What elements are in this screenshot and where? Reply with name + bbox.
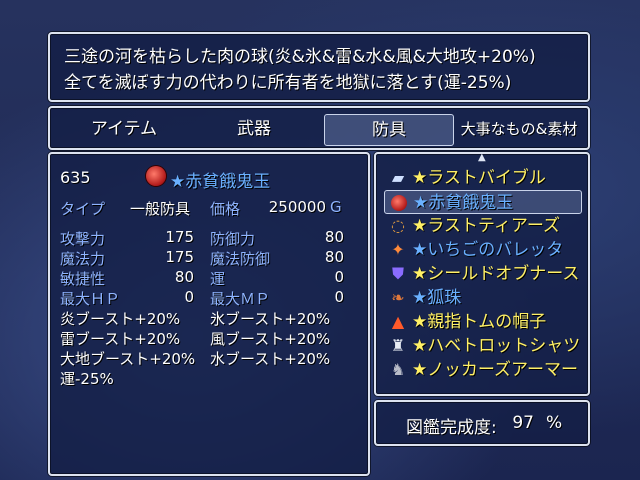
list-item[interactable]: ♞ ★ノッカーズアーマー	[384, 358, 582, 382]
help-line-1: 三途の河を枯らした肉の球(炎&氷&雷&水&風&大地攻+20%)	[64, 47, 536, 67]
item-status-window: 635 ★赤貧餓鬼玉 タイプ 一般防具 価格 250000 G 攻撃力 175 …	[48, 152, 370, 476]
currency-label: G	[330, 198, 342, 216]
item-count: 635	[60, 168, 91, 187]
stat-label: 敏捷性	[60, 270, 106, 288]
effect-text: 炎ブースト+20%	[60, 310, 181, 328]
stat-value: 0	[334, 268, 344, 286]
item-name: ★赤貧餓鬼玉	[170, 172, 271, 192]
stat-value: 0	[184, 288, 194, 306]
stat-value: 0	[334, 288, 344, 306]
stat-value: 80	[324, 228, 344, 246]
price-value: 250000	[268, 198, 326, 216]
stat-label: 魔法力	[60, 250, 106, 268]
completion-value: 97	[512, 413, 534, 433]
tab-items[interactable]: アイテム	[60, 114, 188, 144]
scroll-up-arrow-icon[interactable]: ▲	[478, 152, 486, 163]
price-label: 価格	[210, 200, 241, 218]
type-value: 一般防具	[130, 200, 191, 218]
red-orb-icon	[146, 166, 166, 186]
fox-bead-icon: ❧	[391, 288, 405, 307]
list-item[interactable]: ✦ ★いちごのバレッタ	[384, 238, 582, 262]
completion-unit: %	[546, 413, 563, 433]
list-item[interactable]: ▰ ★ラストバイブル	[384, 166, 582, 190]
tab-weapons[interactable]: 武器	[190, 114, 318, 144]
shield-icon: ⛊	[391, 264, 404, 283]
effect-text: 風ブースト+20%	[210, 330, 331, 348]
tab-armor[interactable]: 防具	[324, 114, 454, 146]
stat-label: 最大ＨＰ	[60, 290, 121, 308]
shirt-icon: ♜	[390, 336, 406, 355]
effect-text: 雷ブースト+20%	[60, 330, 181, 348]
stat-value: 80	[324, 248, 344, 266]
effect-text: 運-25%	[60, 370, 114, 388]
stat-label: 攻撃力	[60, 230, 106, 248]
item-list-window[interactable]: ▲ ▰ ★ラストバイブル ★赤貧餓鬼玉 ◌ ★ラストティアーズ ✦ ★いちごのバ…	[374, 152, 590, 396]
completion-window: 図鑑完成度: 97 %	[374, 400, 590, 446]
stat-label: 魔法防御	[210, 250, 271, 268]
help-window: 三途の河を枯らした肉の球(炎&氷&雷&水&風&大地攻+20%) 全てを滅ぼす力の…	[48, 32, 590, 102]
stat-value: 175	[165, 228, 194, 246]
armor-icon: ♞	[390, 360, 406, 379]
list-item[interactable]: ⛊ ★シールドオブナース	[384, 262, 582, 286]
list-item[interactable]: ◌ ★ラストティアーズ	[384, 214, 582, 238]
effect-text: 水ブースト+20%	[210, 350, 331, 368]
hat-icon: ▲	[391, 312, 405, 331]
stat-value: 80	[174, 268, 194, 286]
stat-label: 防御力	[210, 230, 256, 248]
list-item[interactable]: ♜ ★ハベトロットシャツ	[384, 334, 582, 358]
list-item-selected[interactable]: ★赤貧餓鬼玉	[384, 190, 582, 214]
necklace-icon: ◌	[391, 216, 405, 235]
barrette-icon: ✦	[391, 240, 405, 259]
book-icon: ▰	[391, 168, 405, 187]
stat-label: 運	[210, 270, 226, 288]
effect-text: 氷ブースト+20%	[210, 310, 331, 328]
stat-label: 最大ＭＰ	[210, 290, 271, 308]
help-line-2: 全てを滅ぼす力の代わりに所有者を地獄に落とす(運-25%)	[64, 73, 512, 93]
effect-text: 大地ブースト+20%	[60, 350, 196, 368]
red-orb-icon	[389, 193, 409, 213]
tab-key-items[interactable]: 大事なもの&素材	[454, 114, 584, 144]
type-label: タイプ	[60, 200, 106, 218]
category-window: アイテム 武器 防具 大事なもの&素材	[48, 106, 590, 150]
list-item[interactable]: ❧ ★狐珠	[384, 286, 582, 310]
completion-label: 図鑑完成度:	[406, 418, 497, 438]
stat-value: 175	[165, 248, 194, 266]
list-item[interactable]: ▲ ★親指トムの帽子	[384, 310, 582, 334]
